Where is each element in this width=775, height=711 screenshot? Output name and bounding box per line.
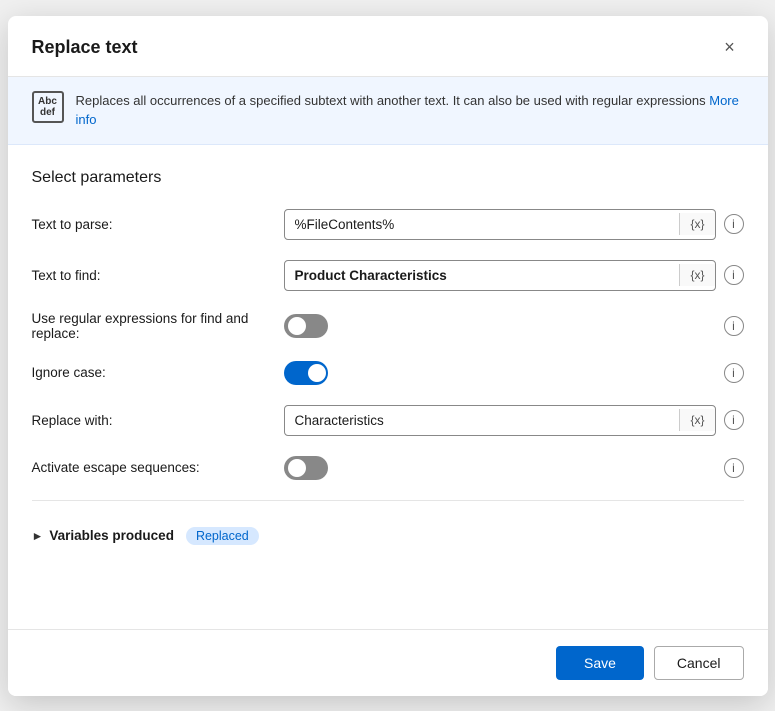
replace-with-row: Replace with: {x} i (32, 405, 744, 436)
cancel-button[interactable]: Cancel (654, 646, 744, 680)
ignore-case-info-icon[interactable]: i (724, 363, 744, 383)
chevron-right-icon: ► (32, 529, 44, 543)
text-to-parse-info-icon[interactable]: i (724, 214, 744, 234)
variables-row: ► Variables produced Replaced (32, 517, 744, 561)
replace-text-dialog: Replace text × Abcdef Replaces all occur… (8, 16, 768, 696)
save-button[interactable]: Save (556, 646, 644, 680)
text-to-parse-control: {x} i (284, 209, 744, 240)
text-to-find-input[interactable] (285, 261, 680, 290)
ignore-case-control: i (284, 361, 744, 385)
replace-with-control: {x} i (284, 405, 744, 436)
replace-with-var-btn[interactable]: {x} (679, 409, 714, 431)
variables-label: Variables produced (49, 528, 174, 543)
variables-badge: Replaced (186, 527, 259, 545)
escape-seq-control: i (284, 456, 744, 480)
ignore-case-slider (284, 361, 328, 385)
escape-seq-row: Activate escape sequences: i (32, 456, 744, 480)
text-to-parse-label: Text to parse: (32, 217, 272, 232)
regex-label: Use regular expressions for find and rep… (32, 311, 272, 341)
text-to-find-info-icon[interactable]: i (724, 265, 744, 285)
text-to-parse-var-btn[interactable]: {x} (679, 213, 714, 235)
ignore-case-row: Ignore case: i (32, 361, 744, 385)
dialog-body: Select parameters Text to parse: {x} i T… (8, 145, 768, 629)
escape-seq-slider (284, 456, 328, 480)
escape-seq-toggle[interactable] (284, 456, 328, 480)
section-title: Select parameters (32, 169, 744, 187)
regex-row: Use regular expressions for find and rep… (32, 311, 744, 341)
text-to-parse-row: Text to parse: {x} i (32, 209, 744, 240)
escape-seq-info-icon[interactable]: i (724, 458, 744, 478)
banner-description: Replaces all occurrences of a specified … (76, 91, 744, 130)
replace-with-info-icon[interactable]: i (724, 410, 744, 430)
text-to-parse-input-wrapper: {x} (284, 209, 716, 240)
dialog-header: Replace text × (8, 16, 768, 77)
regex-slider (284, 314, 328, 338)
dialog-footer: Save Cancel (8, 629, 768, 696)
regex-toggle[interactable] (284, 314, 328, 338)
close-button[interactable]: × (716, 34, 744, 62)
regex-control: i (284, 314, 744, 338)
escape-seq-label: Activate escape sequences: (32, 460, 272, 475)
dialog-title: Replace text (32, 37, 138, 58)
text-to-find-label: Text to find: (32, 268, 272, 283)
ignore-case-label: Ignore case: (32, 365, 272, 380)
text-to-find-input-wrapper: {x} (284, 260, 716, 291)
info-banner: Abcdef Replaces all occurrences of a spe… (8, 77, 768, 145)
replace-with-input-wrapper: {x} (284, 405, 716, 436)
replace-with-input[interactable] (285, 406, 680, 435)
text-to-parse-input[interactable] (285, 210, 680, 239)
replace-with-label: Replace with: (32, 413, 272, 428)
text-to-find-var-btn[interactable]: {x} (679, 264, 714, 286)
variables-expand-btn[interactable]: ► Variables produced (32, 528, 174, 543)
divider (32, 500, 744, 501)
regex-info-icon[interactable]: i (724, 316, 744, 336)
banner-icon: Abcdef (32, 91, 64, 123)
ignore-case-toggle[interactable] (284, 361, 328, 385)
text-to-find-control: {x} i (284, 260, 744, 291)
text-to-find-row: Text to find: {x} i (32, 260, 744, 291)
